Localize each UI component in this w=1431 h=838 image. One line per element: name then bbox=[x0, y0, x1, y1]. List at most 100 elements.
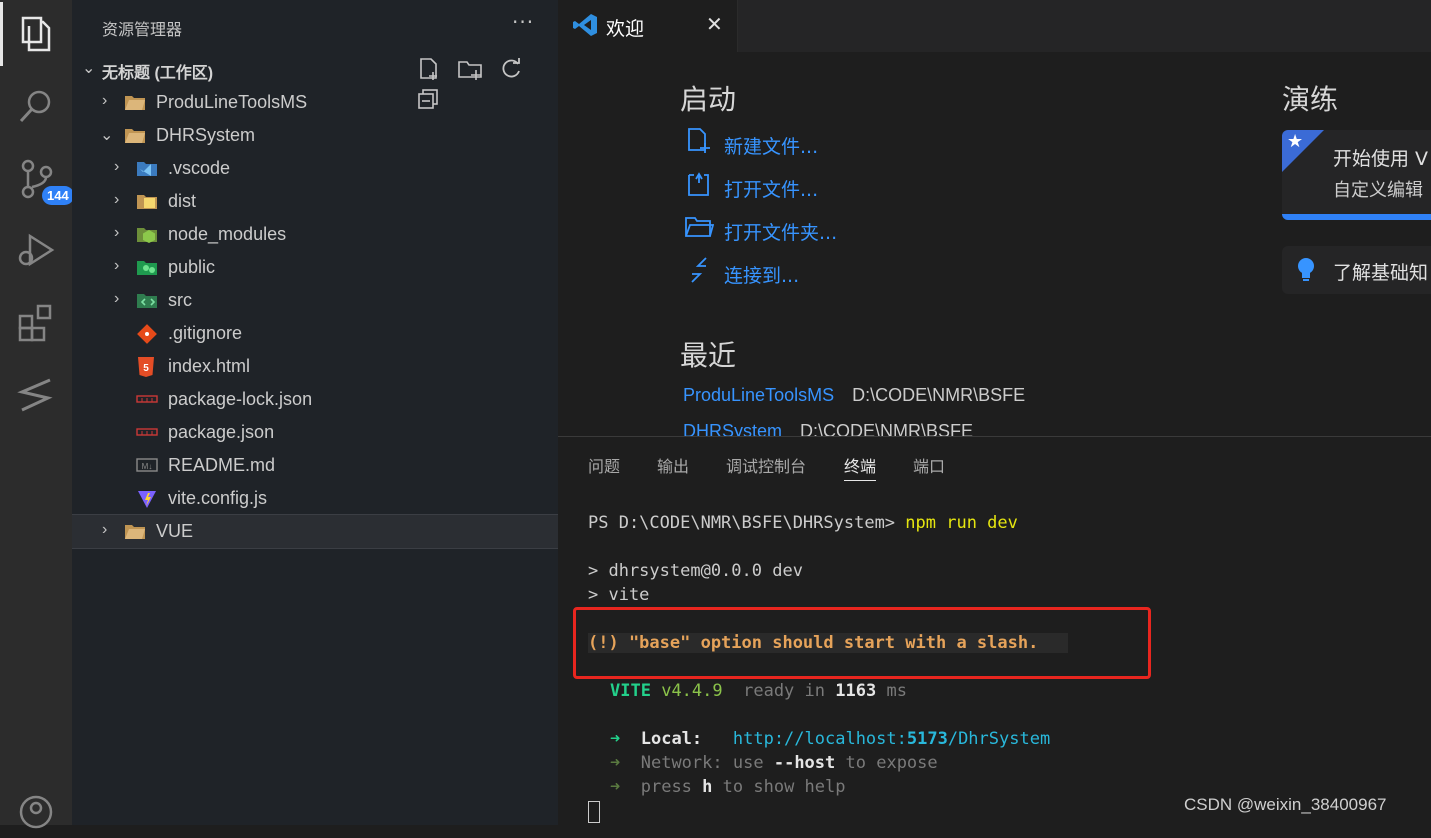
terminal-line-prompt: PS D:\CODE\NMR\BSFE\DHRSystem> npm run d… bbox=[588, 513, 1018, 533]
git-file-icon bbox=[136, 323, 157, 344]
chevron-right-icon: › bbox=[114, 158, 120, 175]
tree-label: README.md bbox=[168, 455, 276, 475]
walkthrough-card-get-started[interactable]: ★ 开始使用 V 自定义编辑 bbox=[1282, 130, 1431, 220]
tree-label: public bbox=[168, 257, 216, 277]
tree-label: package.json bbox=[168, 422, 275, 442]
lightbulb-icon bbox=[1296, 256, 1316, 284]
tree-file-vite-config-js[interactable]: vite.config.js bbox=[72, 482, 558, 515]
close-icon[interactable]: ✕ bbox=[706, 12, 723, 36]
node-folder-icon bbox=[136, 224, 157, 244]
tree-label: index.html bbox=[168, 356, 251, 376]
walkthrough-heading: 演练 bbox=[1282, 83, 1339, 116]
refresh-icon[interactable] bbox=[498, 56, 524, 82]
tree-folder-public[interactable]: › public bbox=[72, 251, 558, 284]
svg-text:5: 5 bbox=[143, 363, 149, 374]
tree-file-gitignore[interactable]: .gitignore bbox=[72, 317, 558, 350]
tree-label: DHRSystem bbox=[156, 125, 256, 145]
remote-extension-icon[interactable] bbox=[14, 372, 58, 416]
workspace-header[interactable]: ⌄ 无标题 (工作区) bbox=[72, 52, 558, 109]
bottom-panel: 问题 输出 调试控制台 终端 端口 PS D:\CODE\NMR\BSFE\DH… bbox=[558, 436, 1431, 826]
tab-ports[interactable]: 端口 bbox=[913, 453, 945, 477]
run-debug-icon[interactable] bbox=[14, 228, 58, 272]
source-control-icon[interactable]: 144 bbox=[14, 156, 74, 205]
tab-terminal[interactable]: 终端 bbox=[844, 453, 877, 481]
recent-item[interactable]: ProduLineToolsMS D:\CODE\NMR\BSFE bbox=[683, 385, 1025, 406]
welcome-page: 启动 新建文件... 打开文件... 打开文件夹... 连接到... 最近 Pr… bbox=[558, 52, 1431, 436]
walkthrough-progress bbox=[1282, 214, 1431, 220]
new-file-icon[interactable] bbox=[416, 56, 442, 82]
tree-folder-dhrsystem[interactable]: ⌄ DHRSystem bbox=[72, 119, 558, 152]
start-heading: 启动 bbox=[680, 83, 737, 116]
local-url-link[interactable]: http://localhost:5173/DhrSystem bbox=[733, 729, 1050, 749]
editor-tab-bar: 欢迎 ✕ bbox=[558, 0, 1431, 52]
account-icon[interactable] bbox=[14, 790, 58, 834]
tab-problems[interactable]: 问题 bbox=[588, 453, 620, 477]
dist-folder-icon bbox=[136, 191, 157, 211]
tree-folder-src[interactable]: › src bbox=[72, 284, 558, 317]
open-file-icon bbox=[684, 169, 714, 199]
scm-badge: 144 bbox=[42, 186, 74, 205]
folder-open-icon bbox=[124, 125, 145, 145]
tree-folder-vscode[interactable]: › .vscode bbox=[72, 152, 558, 185]
walkthrough-card-basics[interactable]: 了解基础知 bbox=[1282, 246, 1431, 294]
chevron-down-icon: ⌄ bbox=[100, 127, 114, 144]
folder-icon bbox=[124, 521, 145, 541]
public-folder-icon bbox=[136, 257, 157, 277]
terminal-line-local: ➜ Local: http://localhost:5173/DhrSystem bbox=[610, 729, 1051, 749]
explorer-sidebar: 资源管理器 ··· ⌄ 无标题 (工作区) › ProduLineToolsMS… bbox=[72, 0, 558, 825]
workspace-label: 无标题 (工作区) bbox=[102, 65, 214, 82]
tree-file-index-html[interactable]: 5 index.html bbox=[72, 350, 558, 383]
vscode-folder-icon bbox=[136, 158, 157, 178]
walkthrough-title: 开始使用 V bbox=[1333, 148, 1429, 170]
tab-label: 欢迎 bbox=[606, 18, 645, 40]
tab-debug-console[interactable]: 调试控制台 bbox=[726, 453, 806, 477]
highlight-box bbox=[573, 607, 1151, 679]
search-icon[interactable] bbox=[14, 84, 58, 128]
extensions-icon[interactable] bbox=[14, 300, 58, 344]
tree-label: VUE bbox=[156, 521, 194, 541]
tree-folder-dist[interactable]: › dist bbox=[72, 185, 558, 218]
activity-bar: 144 bbox=[0, 0, 74, 829]
tree-label: vite.config.js bbox=[168, 488, 268, 508]
tree-folder-vue[interactable]: › VUE bbox=[72, 514, 558, 549]
chevron-right-icon: › bbox=[114, 224, 120, 241]
tree-label: ProduLineToolsMS bbox=[156, 92, 308, 112]
tree-file-package-lock-json[interactable]: package-lock.json bbox=[72, 383, 558, 416]
npm-file-icon bbox=[136, 422, 158, 442]
tree-folder-produlinetoolsms[interactable]: › ProduLineToolsMS bbox=[72, 86, 558, 119]
html5-file-icon: 5 bbox=[136, 356, 156, 377]
markdown-file-icon: M↓ bbox=[136, 455, 158, 475]
tree-label: package-lock.json bbox=[168, 389, 313, 409]
chevron-right-icon: › bbox=[102, 521, 108, 538]
remote-connect-icon bbox=[684, 255, 714, 285]
terminal-line-help: ➜ press h to show help bbox=[610, 777, 846, 797]
terminal-line-network: ➜ Network: use --host to expose bbox=[610, 753, 938, 773]
new-folder-icon[interactable] bbox=[457, 56, 483, 82]
tree-folder-node-modules[interactable]: › node_modules bbox=[72, 218, 558, 251]
chevron-right-icon: › bbox=[114, 290, 120, 307]
tree-label: dist bbox=[168, 191, 197, 211]
terminal-line: > dhrsystem@0.0.0 dev bbox=[588, 561, 803, 581]
svg-text:M↓: M↓ bbox=[142, 462, 153, 471]
vite-file-icon bbox=[136, 488, 156, 508]
sidebar-title: 资源管理器 bbox=[102, 22, 183, 39]
star-icon: ★ bbox=[1287, 131, 1304, 152]
explorer-icon[interactable] bbox=[0, 2, 58, 66]
folder-open-icon bbox=[684, 212, 715, 242]
chevron-down-icon: ⌄ bbox=[82, 58, 96, 77]
chevron-right-icon: › bbox=[114, 191, 120, 208]
tree-file-package-json[interactable]: package.json bbox=[72, 416, 558, 449]
tab-welcome[interactable]: 欢迎 ✕ bbox=[558, 0, 738, 52]
tree-file-readme-md[interactable]: M↓ README.md bbox=[72, 449, 558, 482]
terminal-cursor[interactable] bbox=[588, 801, 600, 823]
folder-icon bbox=[124, 92, 145, 112]
watermark: CSDN @weixin_38400967 bbox=[1184, 795, 1387, 814]
tab-output[interactable]: 输出 bbox=[657, 453, 689, 477]
src-folder-icon bbox=[136, 290, 157, 310]
terminal-line-vite-ready: VITE v4.4.9 ready in 1163 ms bbox=[610, 681, 907, 701]
chevron-right-icon: › bbox=[114, 257, 120, 274]
recent-item[interactable]: DHRSystem D:\CODE\NMR\BSFE bbox=[683, 421, 973, 436]
tree-label: src bbox=[168, 290, 192, 310]
more-actions-icon[interactable]: ··· bbox=[512, 10, 534, 34]
walkthrough-title: 了解基础知 bbox=[1333, 262, 1429, 284]
